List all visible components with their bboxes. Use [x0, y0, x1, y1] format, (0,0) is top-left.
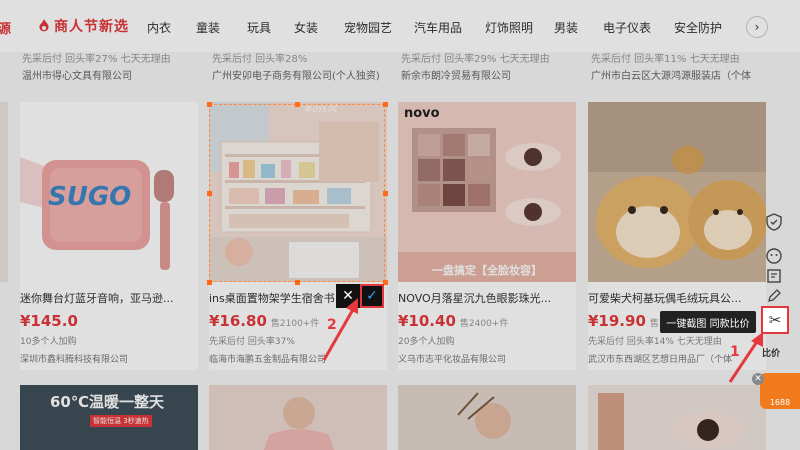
- step-number-1: 1: [730, 344, 740, 360]
- step-number-2: 2: [327, 317, 337, 333]
- screenshot-stage: 源 商人节新选 内衣 童装 玩具 女装 宠物园艺 汽车用品 灯饰照明 男装 电子…: [0, 0, 800, 450]
- annotation-arrows: [322, 298, 763, 383]
